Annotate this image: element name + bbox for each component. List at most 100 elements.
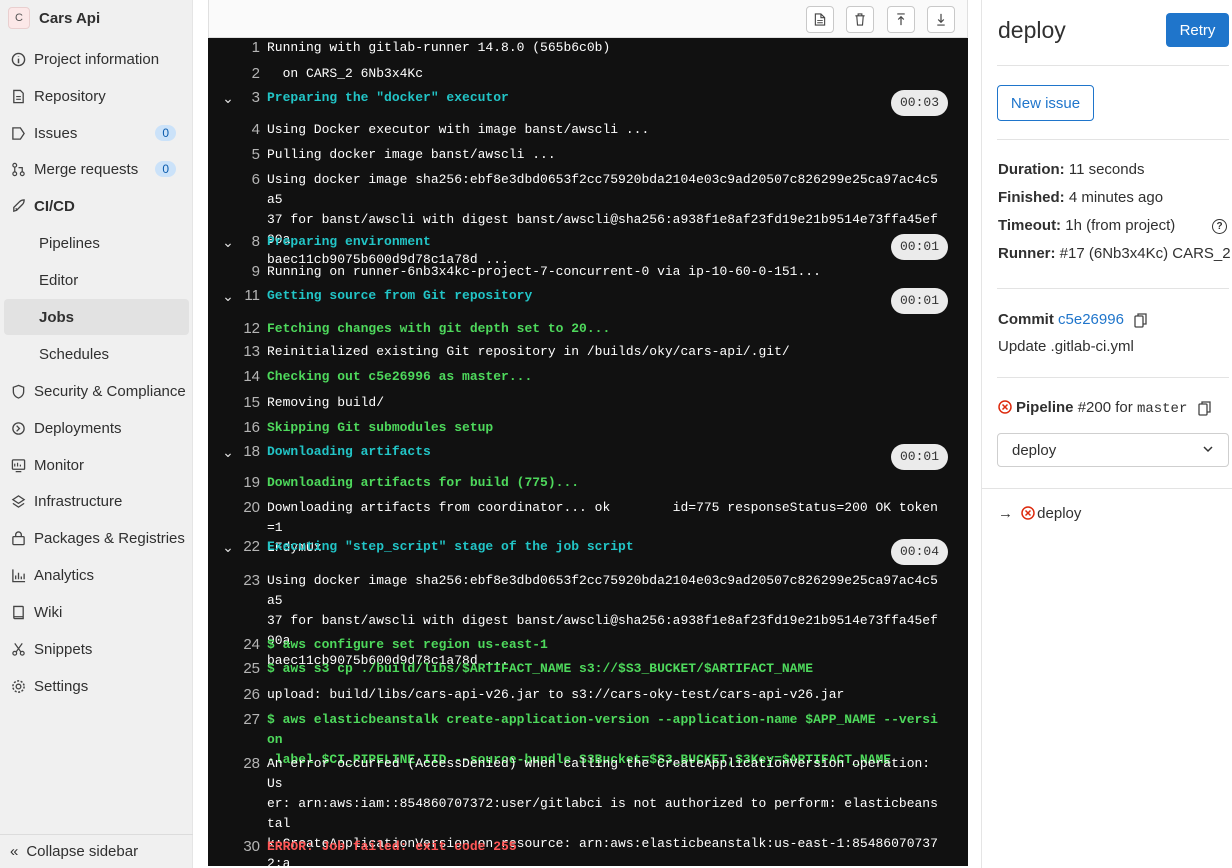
sidebar-item-monitor[interactable]: Monitor [0,447,193,483]
section-duration-badge: 00:01 [891,288,948,314]
project-header[interactable]: C Cars Api [0,0,193,36]
sidebar-item-deployments[interactable]: Deployments [0,410,193,446]
job-list-item[interactable]: → deploy [998,505,1081,522]
line-number[interactable]: 13 [208,342,260,362]
log-text: on CARS_2 6Nb3x4Kc [267,66,424,81]
chart-icon [10,567,26,583]
line-number[interactable]: 19 [208,473,260,493]
line-number[interactable]: 9 [208,262,260,282]
sidebar-item-repository[interactable]: Repository [0,78,193,114]
pipeline-label: Pipeline [1016,399,1074,416]
line-number[interactable]: 27 [208,710,260,730]
line-number[interactable]: 24 [208,635,260,655]
copy-icon[interactable] [1134,312,1147,328]
sidebar-item-merge-requests[interactable]: Merge requests 0 [0,151,193,187]
project-avatar: C [8,7,30,29]
collapse-sidebar-button[interactable]: « Collapse sidebar [0,834,193,868]
sidebar-item-issues[interactable]: Issues 0 [0,115,193,151]
duration-value: 11 seconds [1068,161,1145,178]
job-sidebar: deploy Retry New issue Duration: 11 seco… [981,0,1232,868]
commit-label: Commit [998,311,1054,328]
line-number[interactable]: 26 [208,685,260,705]
merge-request-icon [10,161,26,177]
new-issue-button[interactable]: New issue [997,85,1094,121]
sidebar-item-label: Editor [39,271,79,289]
sidebar-item-packages-registries[interactable]: Packages & Registries [0,520,193,556]
stage-select[interactable]: deploy [997,433,1229,467]
line-number[interactable]: 28 [208,754,260,774]
doc-icon [10,88,26,104]
line-number[interactable]: 11 [208,286,260,306]
pipeline-branch[interactable]: master [1137,401,1187,417]
retry-button[interactable]: Retry [1166,13,1229,47]
section-duration-badge: 00:01 [891,444,948,470]
sidebar-item-label: Monitor [34,456,85,474]
line-number[interactable]: 18 [208,442,260,462]
pipeline-for: for [1115,399,1133,416]
sidebar-item-project-information[interactable]: Project information [0,41,193,77]
trash-icon [855,13,865,26]
line-number[interactable]: 30 [208,837,260,857]
line-number[interactable]: 25 [208,659,260,679]
line-number[interactable]: 20 [208,498,260,518]
rocket-icon [10,198,26,214]
log-text: Using docker image sha256:ebf8e3dbd0653f… [267,573,938,668]
divider [997,65,1229,66]
line-number[interactable]: 14 [208,367,260,387]
line-number[interactable]: 23 [208,571,260,591]
scroll-top-button[interactable] [887,6,915,33]
line-number[interactable]: 2 [208,64,260,84]
sidebar-item-schedules[interactable]: Schedules [0,336,193,372]
pipeline-row: Pipeline #200 for master [998,399,1211,417]
section-duration-badge: 00:04 [891,539,948,565]
finished-row: Finished: 4 minutes ago [998,189,1163,206]
sidebar-item-jobs[interactable]: Jobs [4,299,189,335]
sidebar-item-label: CI/CD [34,197,75,215]
sidebar-item-wiki[interactable]: Wiki [0,594,193,630]
sidebar-item-label: Packages & Registries [34,529,185,547]
scroll-up-icon [897,13,905,26]
divider [982,488,1232,489]
line-number[interactable]: 8 [208,232,260,252]
line-number[interactable]: 12 [208,319,260,339]
line-number[interactable]: 4 [208,120,260,140]
sidebar-item-label: Snippets [34,640,93,658]
divider [997,288,1229,289]
count-badge: 0 [155,161,176,177]
sidebar-item-analytics[interactable]: Analytics [0,557,193,593]
timeout-value: 1h (from project) [1065,217,1176,234]
sidebar-item-security-compliance[interactable]: Security & Compliance [0,373,193,409]
line-number[interactable]: 6 [208,170,260,190]
sidebar-item-label: Deployments [34,419,122,437]
sidebar-item-label: Repository [34,87,106,105]
line-number[interactable]: 5 [208,145,260,165]
scroll-down-icon [937,13,945,26]
sidebar-item-pipelines[interactable]: Pipelines [0,225,193,261]
log-text: Running with gitlab-runner 14.8.0 (565b6… [267,40,611,55]
finished-label: Finished: [998,189,1065,206]
copy-icon[interactable] [1197,400,1211,416]
commit-sha-link[interactable]: c5e26996 [1058,311,1124,328]
show-raw-button[interactable] [806,6,834,33]
scroll-bottom-button[interactable] [927,6,955,33]
log-text: upload: build/libs/cars-api-v26.jar to s… [267,687,845,702]
sidebar-item-snippets[interactable]: Snippets [0,631,193,667]
page: C Cars Api Project information Repository… [0,0,1232,868]
line-number[interactable]: 22 [208,537,260,557]
sidebar-item-settings[interactable]: Settings [0,668,193,704]
line-number[interactable]: 16 [208,418,260,438]
log-text: ERROR: Job failed: exit code 255 [267,839,517,854]
erase-log-button[interactable] [846,6,874,33]
sidebar-item-editor[interactable]: Editor [0,262,193,298]
sidebar-item-label: Infrastructure [34,492,123,510]
pipeline-id-link[interactable]: #200 [1078,399,1111,416]
help-icon[interactable]: ? [1212,219,1227,234]
line-number[interactable]: 15 [208,393,260,413]
log-text: Executing "step_script" stage of the job… [267,539,634,554]
sidebar-item-infrastructure[interactable]: Infrastructure [0,483,193,519]
sidebar-item-ci-cd[interactable]: CI/CD [0,188,193,224]
gear-icon [10,678,26,694]
line-number[interactable]: 1 [208,38,260,58]
line-number[interactable]: 3 [208,88,260,108]
log-text: Downloading artifacts [267,444,431,459]
